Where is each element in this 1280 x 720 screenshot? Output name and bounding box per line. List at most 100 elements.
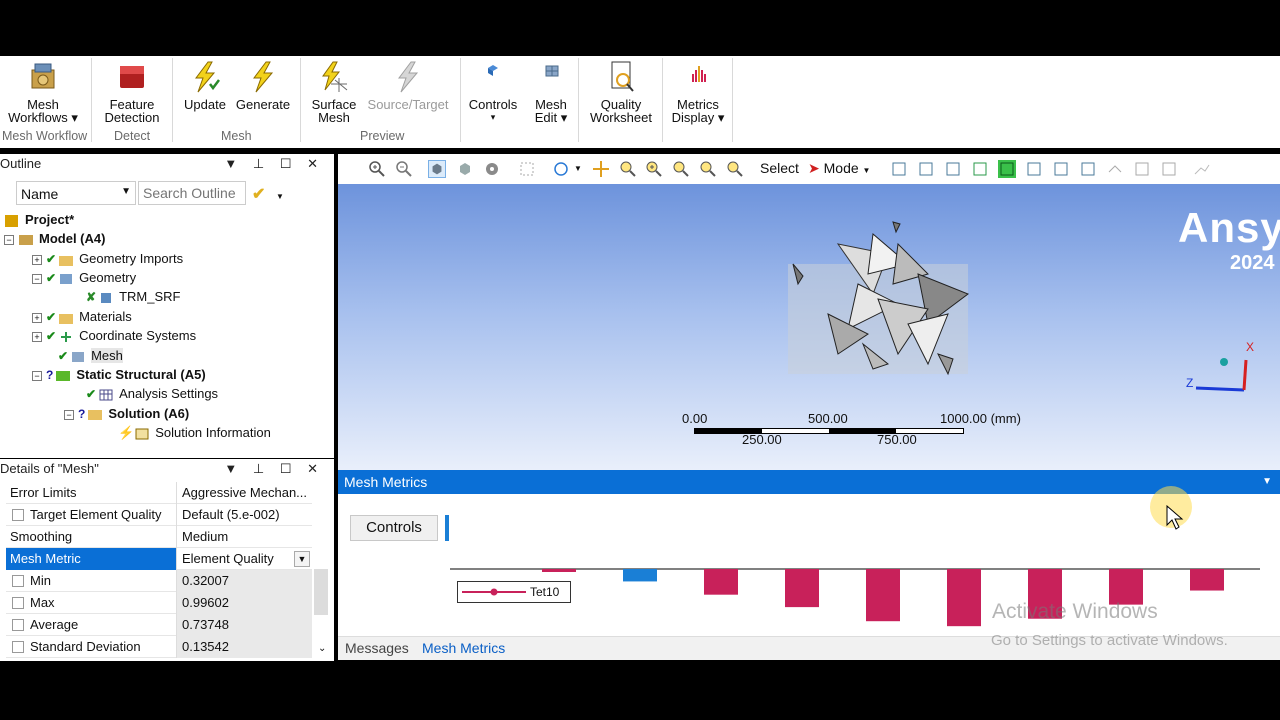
detail-row-average[interactable]: Average 0.73748 (6, 614, 312, 636)
scale-label-0: 0.00 (682, 411, 708, 426)
details-panel-controls[interactable]: ▼ ⊥ ☐ ✕ (224, 461, 324, 477)
outline-filter-select[interactable]: Name ▼ (16, 181, 136, 205)
check-icon: ✔ (46, 271, 57, 285)
surface-mesh-button[interactable]: Surface Mesh (306, 56, 362, 148)
select-node-icon[interactable] (1025, 160, 1043, 178)
xyz-icon[interactable] (1106, 160, 1124, 178)
detail-row-max[interactable]: Max 0.99602 (6, 592, 312, 614)
outline-panel-controls[interactable]: ▼ ⊥ ☐ ✕ (224, 156, 324, 172)
chevron-down-icon[interactable]: ▼ (574, 164, 582, 173)
surface-mesh-icon (322, 61, 348, 92)
analysis-settings-icon (99, 389, 113, 401)
display-options-icon[interactable] (483, 160, 501, 178)
select-face-icon[interactable] (944, 160, 962, 178)
group-label-preview: Preview (360, 129, 405, 143)
quality-worksheet-icon (611, 61, 634, 92)
tree-item-model[interactable]: − Model (A4) (4, 229, 105, 248)
detail-row-mesh-metric[interactable]: Mesh Metric Element Quality ▼ (6, 548, 312, 570)
group-label-mesh: Mesh (221, 129, 252, 143)
tab-messages[interactable]: Messages (345, 640, 409, 656)
mesh-workflows-icon (31, 63, 55, 89)
zoom-box-icon[interactable] (645, 160, 663, 178)
quality-worksheet-button[interactable]: Quality Worksheet (584, 56, 658, 148)
tree-item-materials[interactable]: + ✔ Materials (32, 307, 132, 326)
detail-row-standard-deviation[interactable]: Standard Deviation 0.13542 (6, 636, 312, 658)
tree-item-geometry-imports[interactable]: + ✔ Geometry Imports (32, 249, 183, 268)
controls-button[interactable]: Controls (350, 515, 438, 541)
tree-item-static-structural[interactable]: −? Static Structural (A5) (32, 365, 206, 384)
details-panel: Details of "Mesh" ▼ ⊥ ☐ ✕ Error Limits Ag… (0, 459, 334, 661)
cursor-icon: ➤ (808, 160, 820, 176)
histogram-bar[interactable] (542, 569, 576, 572)
coordinate-systems-icon (61, 331, 72, 342)
chevron-down-icon: ▼ (121, 186, 131, 197)
zoom-previous-icon[interactable] (699, 160, 717, 178)
outline-filter-label: Name (21, 186, 59, 202)
detail-row-smoothing[interactable]: Smoothing Medium (6, 526, 312, 548)
tab-mesh-metrics[interactable]: Mesh Metrics (422, 640, 505, 656)
tree-item-project[interactable]: Project* (4, 210, 74, 229)
select-edge-icon[interactable] (917, 160, 935, 178)
zoom-next-icon[interactable] (726, 160, 744, 178)
select-mesh-element-icon[interactable] (1079, 160, 1097, 178)
filter-check-icon[interactable]: ✔ (252, 184, 265, 204)
lightning-icon: ⚡ (118, 425, 135, 440)
tree-item-solution-information[interactable]: ⚡ Solution Information (118, 423, 271, 442)
controls-splitter[interactable] (445, 515, 449, 541)
histogram-bar[interactable] (623, 569, 657, 582)
detail-row-min[interactable]: Min 0.32007 (6, 570, 312, 592)
tree-item-mesh[interactable]: ✔ Mesh (58, 346, 123, 365)
solid-view-icon[interactable] (428, 160, 446, 178)
extend-icon[interactable] (1133, 160, 1151, 178)
zoom-out-icon[interactable] (395, 160, 413, 178)
histogram-bar[interactable] (785, 569, 819, 608)
controls-ribbon-button[interactable]: Controls ▾ (464, 56, 522, 148)
mesh-model[interactable] (778, 214, 998, 384)
detail-row-error-limits[interactable]: Error Limits Aggressive Mechan... (6, 482, 312, 504)
tree-item-trm-srf[interactable]: ✘ TRM_SRF (86, 287, 180, 306)
detail-row-target-element-quality[interactable]: Target Element Quality Default (5.e-002) (6, 504, 312, 526)
legend-line-icon (462, 588, 526, 596)
outline-search-input[interactable] (138, 181, 246, 205)
wireframe-icon[interactable] (456, 160, 474, 178)
box-select-icon[interactable] (518, 160, 536, 178)
scale-label-500: 500.00 (808, 411, 848, 426)
activate-windows-title: Activate Windows (992, 600, 1158, 623)
chevron-down-icon[interactable]: ▼ (1262, 470, 1272, 494)
pan-icon[interactable] (592, 160, 610, 178)
chevron-down-icon: ▼ (294, 551, 310, 567)
tree-item-solution[interactable]: −? Solution (A6) (64, 404, 189, 423)
zoom-in-icon[interactable] (368, 160, 386, 178)
filter-dropdown-icon[interactable]: ▼ (276, 192, 284, 201)
mesh-edit-button[interactable]: Mesh Edit ▾ (528, 56, 574, 148)
histogram-bar[interactable] (947, 569, 981, 627)
tree-item-coordinate-systems[interactable]: + ✔ Coordinate Systems (32, 326, 196, 345)
metrics-display-button[interactable]: Metrics Display ▾ (666, 56, 730, 148)
select-vertex-icon[interactable] (890, 160, 908, 178)
rotate-icon[interactable] (552, 160, 570, 178)
scroll-down-icon[interactable]: ⌄ (318, 643, 326, 654)
materials-icon (59, 313, 74, 324)
mode-button[interactable]: ➤ Mode ▼ (808, 160, 870, 177)
histogram-bar[interactable] (704, 569, 738, 595)
group-label-detect: Detect (114, 129, 151, 143)
axis-z-label: Z (1186, 376, 1194, 390)
tree-item-geometry[interactable]: − ✔ Geometry (32, 268, 136, 287)
select-mesh-face-icon[interactable] (1052, 160, 1070, 178)
controls-dropdown-icon: ▾ (490, 112, 496, 122)
check-icon: ✔ (46, 252, 57, 266)
select-body-icon[interactable] (971, 160, 989, 178)
legend-label: Tet10 (530, 585, 560, 599)
tree-item-analysis-settings[interactable]: ✔ Analysis Settings (86, 384, 218, 403)
select-button[interactable]: Select (760, 160, 799, 176)
mesh-workflows-label2: Workflows ▾ (8, 110, 78, 125)
zoom-fit-icon[interactable] (672, 160, 690, 178)
histogram-bar[interactable] (1190, 569, 1224, 591)
select-element-icon[interactable] (998, 160, 1016, 178)
graphics-viewport[interactable]: Ansy 2024 0.00 500.00 1000.00 (mm) 250.0… (338, 184, 1280, 470)
histogram-bar[interactable] (866, 569, 900, 622)
zoom-icon[interactable] (619, 160, 637, 178)
details-scrollbar[interactable] (314, 569, 328, 615)
extend-adjacent-icon[interactable] (1160, 160, 1178, 178)
chart-line-icon[interactable] (1193, 160, 1211, 178)
